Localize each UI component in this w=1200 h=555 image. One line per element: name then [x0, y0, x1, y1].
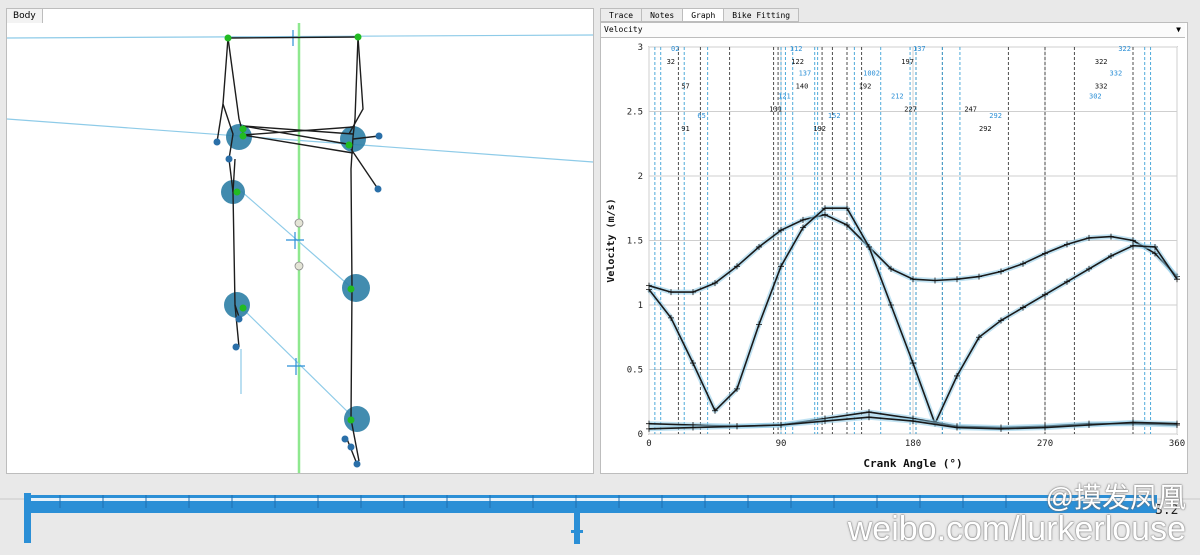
- x-tick-label: 90: [776, 439, 787, 449]
- skeleton-view[interactable]: [6, 9, 594, 473]
- y-tick-label: 0.5: [627, 366, 643, 376]
- y-tick-label: 2.5: [627, 108, 643, 118]
- annotation-label: 332: [1095, 82, 1108, 90]
- metric-dropdown[interactable]: Velocity ▼: [601, 23, 1185, 38]
- annotation-label: 122: [791, 58, 804, 66]
- annotation-label: 137: [913, 45, 926, 53]
- annotation-label: 292: [989, 112, 1002, 120]
- timeline-left-handle: [24, 493, 31, 543]
- annotation-label: 322: [1118, 45, 1131, 53]
- velocity-chart[interactable]: 0 0.5 1 1.5 2 2.5 3 0 90 180 270 360 32 57 91 122 140 131…: [601, 37, 1187, 473]
- annotation-label: 121: [778, 93, 791, 101]
- tab-body[interactable]: Body: [6, 8, 43, 23]
- annotation-label: 192: [813, 125, 826, 133]
- y-tick-label: 1.5: [627, 237, 643, 247]
- y-tick-label: 1: [638, 301, 643, 311]
- graph-panel: Velocity ▼ 0 0.5 1 1.5 2 2.5 3 0 90 180 270 360 32 57…: [600, 22, 1188, 474]
- annotation-label: 02: [671, 45, 679, 53]
- y-tick-label: 3: [638, 43, 643, 53]
- x-tick-label: 270: [1037, 439, 1053, 449]
- joint-spheres: [221, 124, 370, 432]
- annotation-label: 57: [681, 82, 689, 90]
- annotation-label: 302: [1089, 93, 1102, 101]
- annotation-label: 140: [796, 82, 809, 90]
- tab-trace[interactable]: Trace: [600, 8, 643, 22]
- annotation-label: 292: [979, 125, 992, 133]
- annotation-label: 131: [769, 106, 782, 114]
- annotation-label: 332: [1110, 69, 1123, 77]
- x-tick-label: 360: [1169, 439, 1185, 449]
- view-tabs: Trace Notes Graph Bike Fitting: [600, 8, 800, 22]
- annotation-label: 137: [799, 69, 812, 77]
- annotation-label: 322: [1095, 58, 1108, 66]
- y-axis-label: Velocity (m/s): [605, 198, 617, 282]
- watermark-url: weibo.com/lurkerlouse: [847, 510, 1186, 548]
- annotation-label: 192: [859, 82, 872, 90]
- y-tick-label: 2: [638, 172, 643, 182]
- annotation-label: 65: [697, 112, 705, 120]
- tab-notes[interactable]: Notes: [641, 8, 684, 22]
- chevron-down-icon[interactable]: ▼: [1176, 23, 1181, 37]
- x-tick-label: 180: [905, 439, 921, 449]
- timeline-track: [27, 495, 1157, 509]
- tab-graph[interactable]: Graph: [682, 8, 725, 22]
- annotation-label: 152: [828, 112, 841, 120]
- annotation-label: 197: [901, 58, 914, 66]
- x-axis-label: Crank Angle (°): [863, 457, 962, 470]
- annotation-label: 212: [891, 93, 904, 101]
- annotation-label: 247: [964, 106, 977, 114]
- annotation-label: 1002: [863, 69, 880, 77]
- body-view-panel[interactable]: [6, 8, 594, 474]
- y-tick-label: 0: [638, 430, 643, 440]
- annotation-label: 32: [667, 58, 675, 66]
- annotation-label: 112: [790, 45, 803, 53]
- annotation-label: 227: [904, 106, 917, 114]
- timeline-playhead: [574, 508, 580, 544]
- annotation-label: 91: [681, 125, 689, 133]
- x-tick-label: 0: [646, 439, 651, 449]
- tab-bike-fitting[interactable]: Bike Fitting: [723, 8, 800, 22]
- metric-dropdown-value: Velocity: [604, 25, 643, 34]
